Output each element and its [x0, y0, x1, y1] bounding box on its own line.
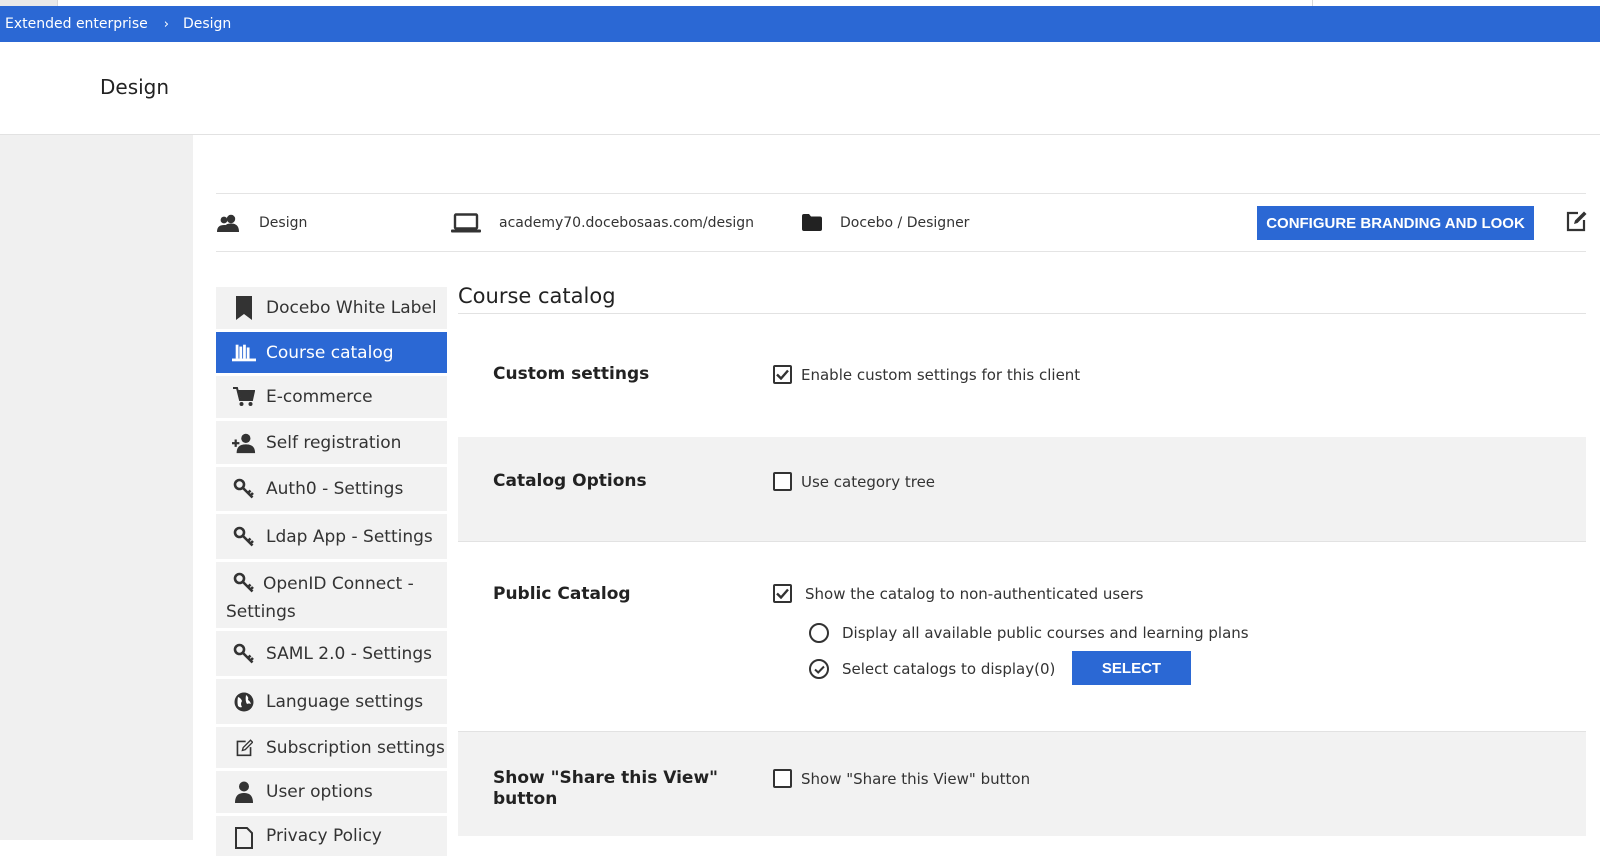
client-name: Design — [259, 214, 308, 231]
select-catalogs-label: Select catalogs to display(0) — [842, 660, 1056, 678]
select-catalogs-radio[interactable] — [809, 659, 829, 679]
checkmark-icon — [776, 369, 789, 380]
sidebar-item-language-settings[interactable]: Language settings — [216, 679, 447, 724]
sidebar-item-label: Course catalog — [266, 342, 394, 363]
sidebar-item-saml-settings[interactable]: SAML 2.0 - Settings — [216, 631, 447, 676]
enable-custom-settings-checkbox[interactable] — [773, 365, 792, 384]
sidebar-item-ldap-app-settings[interactable]: Ldap App - Settings — [216, 514, 447, 559]
library-icon — [232, 341, 256, 365]
enable-custom-settings-row: Enable custom settings for this client — [773, 365, 1080, 384]
sidebar-item-course-catalog[interactable]: Course catalog — [216, 332, 447, 373]
sidebar-item-label: SAML 2.0 - Settings — [266, 643, 432, 664]
sidebar-item-e-commerce[interactable]: E-commerce — [216, 376, 447, 418]
breadcrumb-separator: › — [163, 16, 169, 32]
main-content: Course catalog Custom settings Enable cu… — [458, 282, 1586, 836]
catalog-options-label: Catalog Options — [493, 471, 647, 491]
page-title: Design — [100, 75, 170, 99]
custom-settings-section: Custom settings Enable custom settings f… — [458, 314, 1586, 437]
share-view-row: Show "Share this View" button — [773, 769, 1030, 788]
sidebar-item-label: Self registration — [266, 432, 402, 453]
globe-icon — [232, 690, 256, 714]
key-icon — [232, 642, 256, 666]
enable-custom-settings-label: Enable custom settings for this client — [801, 365, 1081, 384]
sidebar-item-privacy-policy[interactable]: Privacy Policy — [216, 816, 447, 856]
sidebar-item-label: E-commerce — [266, 387, 373, 407]
sidebar-item-openid-connect-settings[interactable]: OpenID Connect - Settings — [216, 562, 447, 628]
edit-icon — [232, 736, 256, 760]
share-view-checkbox[interactable] — [773, 769, 792, 788]
select-catalogs-row: Select catalogs to display(0) — [809, 659, 1055, 679]
left-gutter — [0, 135, 193, 840]
public-catalog-label: Public Catalog — [493, 584, 631, 604]
configure-branding-button[interactable]: CONFIGURE BRANDING AND LOOK — [1257, 206, 1534, 240]
sidebar-item-label: User options — [266, 782, 373, 802]
share-view-checkbox-label: Show "Share this View" button — [801, 769, 1031, 788]
use-category-tree-checkbox[interactable] — [773, 472, 792, 491]
cart-icon — [232, 385, 256, 409]
client-folder-item: Docebo / Designer — [802, 194, 1102, 251]
laptop-icon — [451, 212, 481, 232]
display-all-courses-label: Display all available public courses and… — [842, 624, 1249, 642]
document-icon — [232, 826, 256, 850]
add-user-icon — [232, 431, 256, 455]
checkmark-icon — [813, 665, 825, 674]
client-info-row: Design academy70.docebosaas.com/design D… — [216, 193, 1587, 252]
breadcrumb-item-extended-enterprise[interactable]: Extended enterprise — [0, 16, 148, 32]
sidebar-item-label: Subscription settings — [266, 737, 445, 758]
client-domain-item: academy70.docebosaas.com/design — [451, 194, 791, 251]
client-domain: academy70.docebosaas.com/design — [499, 214, 755, 231]
share-view-section: Show "Share this View" button Show "Shar… — [458, 731, 1586, 836]
display-all-courses-row: Display all available public courses and… — [809, 623, 1249, 643]
edit-icon[interactable] — [1565, 210, 1587, 232]
folder-icon — [802, 214, 822, 231]
client-name-item: Design — [216, 194, 436, 251]
share-view-label: Show "Share this View" button — [493, 768, 719, 809]
section-title: Course catalog — [458, 282, 1586, 314]
sidebar-item-label: Docebo White Label — [266, 298, 437, 318]
display-all-courses-radio[interactable] — [809, 623, 829, 643]
key-icon — [232, 525, 256, 549]
sidebar-item-label: Language settings — [266, 691, 424, 712]
sidebar-item-subscription-settings[interactable]: Subscription settings — [216, 727, 447, 768]
checkmark-icon — [776, 588, 789, 599]
show-catalog-row: Show the catalog to non-authenticated us… — [773, 584, 1143, 603]
use-category-tree-row: Use category tree — [773, 472, 935, 491]
sidebar-item-self-registration[interactable]: Self registration — [216, 421, 447, 464]
breadcrumb-item-design: Design — [182, 16, 232, 32]
public-catalog-section: Public Catalog Show the catalog to non-a… — [458, 547, 1586, 731]
use-category-tree-label: Use category tree — [801, 472, 936, 491]
catalog-options-section: Catalog Options Use category tree — [458, 437, 1586, 541]
sidebar-item-label: OpenID Connect - Settings — [226, 574, 414, 622]
users-icon — [217, 214, 239, 232]
sidebar-menu: Docebo White Label Course catalog E-comm… — [216, 287, 447, 859]
sidebar-item-label: Privacy Policy — [266, 826, 382, 846]
select-catalogs-button[interactable]: SELECT — [1072, 651, 1191, 685]
sidebar-item-user-options[interactable]: User options — [216, 771, 447, 813]
sidebar-item-docebo-white-label[interactable]: Docebo White Label — [216, 287, 447, 329]
user-icon — [232, 780, 256, 804]
show-catalog-checkbox[interactable] — [773, 584, 792, 603]
sidebar-item-label: Auth0 - Settings — [266, 479, 404, 499]
show-catalog-label: Show the catalog to non-authenticated us… — [805, 584, 1144, 603]
sidebar-item-auth0-settings[interactable]: Auth0 - Settings — [216, 467, 447, 511]
sidebar-item-label: Ldap App - Settings — [266, 526, 433, 547]
client-folder: Docebo / Designer — [840, 214, 970, 231]
breadcrumb: Extended enterprise › Design — [0, 6, 1600, 42]
page-header: Design — [0, 42, 1600, 135]
custom-settings-label: Custom settings — [493, 364, 650, 384]
bookmark-icon — [232, 296, 256, 320]
key-icon — [232, 477, 256, 501]
